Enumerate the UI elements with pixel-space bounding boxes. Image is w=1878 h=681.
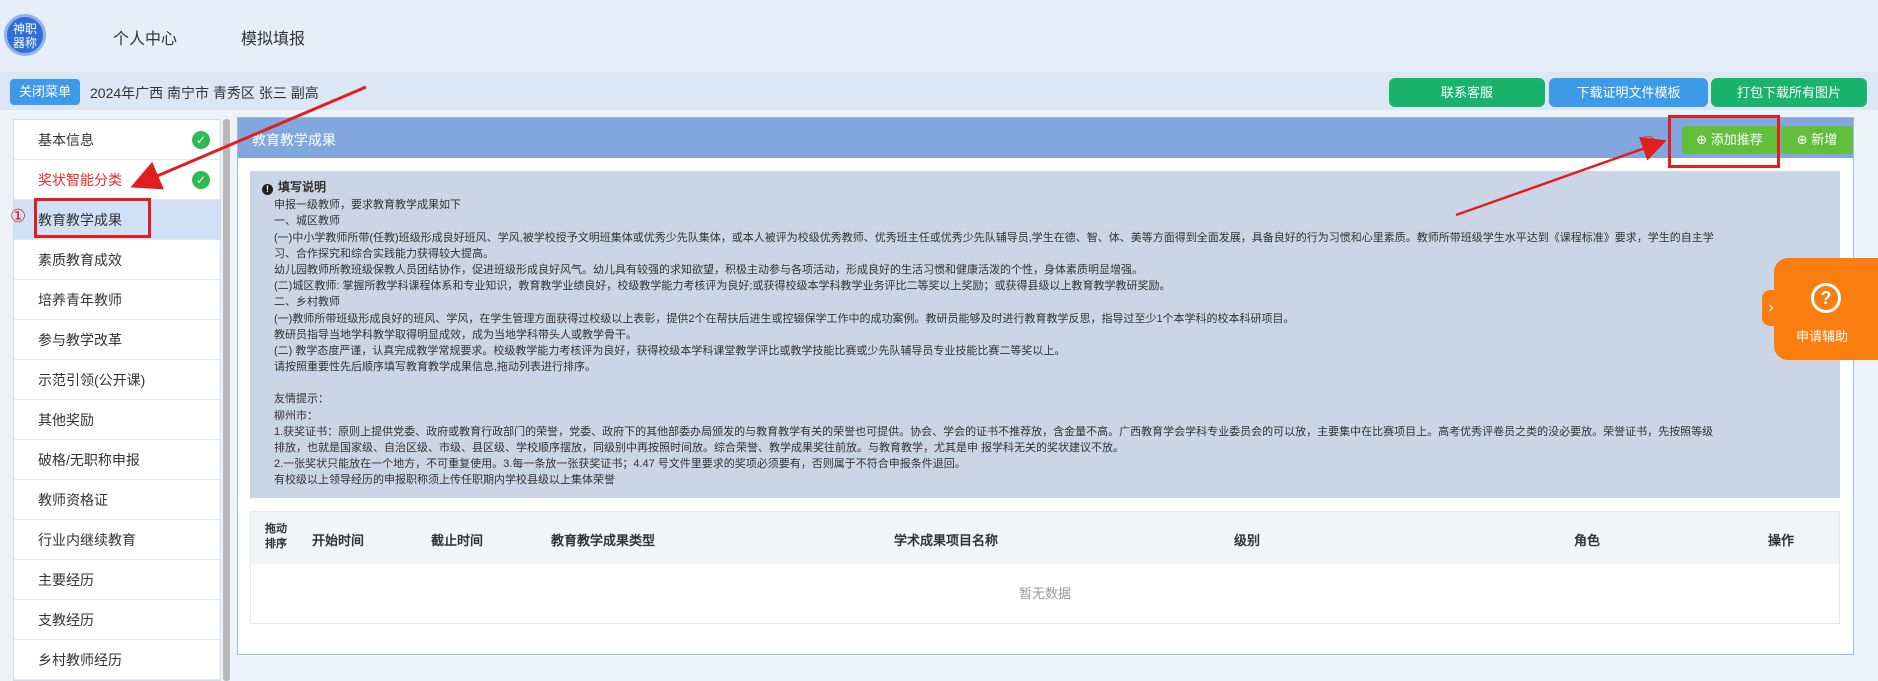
annotation-number-1: ①: [10, 206, 27, 226]
help-label: 申请辅助: [1796, 329, 1849, 344]
tip-line: 1.获奖证书：原则上提供党委、政府或教育行政部门的荣誉，党委、政府下的其他部委办…: [274, 425, 1714, 438]
sidebar-item-rural-teacher[interactable]: 乡村教师经历: [14, 640, 220, 680]
annotation-number-2: ②: [1640, 133, 1657, 153]
sidebar-item-label: 素质教育成效: [38, 252, 122, 268]
question-icon: ?: [1811, 283, 1841, 313]
check-icon: ✓: [192, 171, 210, 189]
instruction-line: 一、城区教师: [274, 215, 340, 228]
sidebar-item-teaching-reform[interactable]: 参与教学改革: [14, 320, 220, 360]
sidebar-item-support-teaching[interactable]: 支教经历: [14, 600, 220, 640]
sidebar-item-label: 教师资格证: [38, 492, 108, 508]
check-icon: ✓: [192, 131, 210, 149]
sidebar-item-certificate[interactable]: 教师资格证: [14, 480, 220, 520]
sidebar-item-award-classify[interactable]: 奖状智能分类 ✓: [14, 160, 220, 200]
col-start-time: 开始时间: [312, 533, 365, 548]
annotation-box-2: [1668, 115, 1780, 168]
pack-download-images-button[interactable]: 打包下载所有图片: [1711, 78, 1867, 107]
col-actions: 操作: [1768, 533, 1795, 548]
table-header: 拖动 排序 开始时间 截止时间 教育教学成果类型 学术成果项目名称 级别 角色 …: [251, 512, 1839, 564]
request-help-button[interactable]: ? 申请辅助: [1774, 258, 1878, 360]
col-project-name: 学术成果项目名称: [894, 533, 999, 548]
sidebar-item-label: 参与教学改革: [38, 332, 122, 348]
tip-line: 柳州市：: [274, 409, 318, 422]
col-role: 角色: [1574, 533, 1601, 548]
col-result-type: 教育教学成果类型: [551, 533, 656, 548]
instruction-line: 幼儿园教师所教班级保教人员团结协作，促进班级形成良好风气。幼儿具有较强的求知欲望…: [274, 264, 1143, 277]
sidebar-item-quality-education[interactable]: 素质教育成效: [14, 240, 220, 280]
sidebar-scrollbar[interactable]: [223, 119, 230, 681]
sidebar-item-label: 示范引领(公开课): [38, 372, 146, 388]
col-drag-sort: 拖动 排序: [265, 523, 287, 550]
sidebar-item-label: 基本信息: [38, 132, 94, 148]
nav-mock-fill[interactable]: 模拟填报: [241, 25, 305, 49]
instruction-line: 习、合作探究和综合实践能力获得较大提高。: [274, 247, 494, 260]
sidebar-item-label: 其他奖励: [38, 412, 94, 428]
sidebar-item-public-class[interactable]: 示范引领(公开课): [14, 360, 220, 400]
contact-service-button[interactable]: 联系客服: [1389, 78, 1545, 107]
instructions-body: 申报一级教师，要求教育教学成果如下 一、城区教师 (一)中小学教师所带(任教)班…: [262, 197, 1830, 488]
col-end-time: 截止时间: [431, 533, 484, 548]
instruction-line: (一)教师所带班级形成良好的班风、学风，在学生管理方面获得过校级以上表彰，提供2…: [274, 312, 1295, 325]
instruction-line: 请按照重要性先后顺序填写教育教学成果信息,拖动列表进行排序。: [274, 361, 597, 374]
annotation-box-1: [34, 198, 151, 238]
instruction-line: 申报一级教师，要求教育教学成果如下: [274, 199, 461, 212]
tip-line: 友情提示：: [274, 393, 329, 406]
tip-line: 排放，也就是国家级、自治区级、市级、县区级、学校顺序摆放，同级别中再按照时间放。…: [274, 442, 1125, 455]
user-info-text: 2024年广西 南宁市 青秀区 张三 副高: [90, 85, 319, 101]
info-icon: !: [262, 184, 273, 195]
instructions-box: ! 填写说明 申报一级教师，要求教育教学成果如下 一、城区教师 (一)中小学教师所…: [250, 171, 1840, 498]
sidebar-item-label: 奖状智能分类: [38, 172, 122, 188]
empty-state: 暂无数据: [1018, 586, 1071, 601]
sidebar-item-main-experience[interactable]: 主要经历: [14, 560, 220, 600]
tip-line: 2.一张奖状只能放在一个地方，不可重复使用。3.每一条放一张获奖证书；4.47 …: [274, 458, 966, 471]
instruction-line: 教研员指导当地学科教学取得明显成效，成为当地学科带头人或教学骨干。: [274, 328, 637, 341]
instructions-heading-text: 填写说明: [278, 180, 327, 194]
results-table: 拖动 排序 开始时间 截止时间 教育教学成果类型 学术成果项目名称 级别 角色 …: [250, 511, 1840, 624]
instruction-line: 二、乡村教师: [274, 296, 340, 309]
instructions-heading: ! 填写说明: [262, 179, 1830, 195]
sidebar-item-other-awards[interactable]: 其他奖励: [14, 400, 220, 440]
sidebar-item-continuing-education[interactable]: 行业内继续教育: [14, 520, 220, 560]
col-level: 级别: [1234, 533, 1261, 548]
sidebar-item-exceptional[interactable]: 破格/无职称申报: [14, 440, 220, 480]
instruction-line: (二)城区教师: 掌握所教学科课程体系和专业知识，教育教学业绩良好，校级教学能力…: [274, 280, 1171, 293]
sidebar-item-label: 培养青年教师: [38, 292, 122, 308]
sidebar-item-young-teachers[interactable]: 培养青年教师: [14, 280, 220, 320]
sidebar-item-label: 乡村教师经历: [38, 652, 122, 668]
instruction-line: (二) 教学态度严谨，认真完成教学常规要求。校级教学能力考核评为良好，获得校级本…: [274, 345, 1066, 358]
panel-header: 教育教学成果 ⊕ 添加推荐 ⊕ 新增: [238, 118, 1853, 158]
logo-text: 神职 器称: [12, 22, 37, 50]
nav-personal-center[interactable]: 个人中心: [113, 25, 177, 49]
sidebar-item-label: 行业内继续教育: [38, 532, 136, 548]
sidebar-item-label: 主要经历: [38, 572, 94, 588]
app-logo[interactable]: 神职 器称: [4, 14, 46, 56]
download-template-button[interactable]: 下载证明文件模板: [1549, 78, 1708, 107]
tip-line: 有校级以上领导经历的申报职称须上传任职期内学校县级以上集体荣誉: [274, 474, 615, 487]
add-new-button[interactable]: ⊕ 新增: [1781, 126, 1853, 154]
sidebar-item-label: 破格/无职称申报: [38, 452, 140, 468]
sidebar-item-basic-info[interactable]: 基本信息 ✓: [14, 120, 220, 160]
main-panel: 教育教学成果 ⊕ 添加推荐 ⊕ 新增 ! 填写说明 申报一级教师，要求教育教学成果…: [237, 117, 1854, 655]
sidebar-item-label: 支教经历: [38, 612, 94, 628]
instruction-line: (一)中小学教师所带(任教)班级形成良好班风、学风,被学校授予文明班集体或优秀少…: [274, 231, 1714, 244]
close-menu-button[interactable]: 关闭菜单: [10, 79, 81, 105]
panel-title: 教育教学成果: [252, 132, 336, 148]
